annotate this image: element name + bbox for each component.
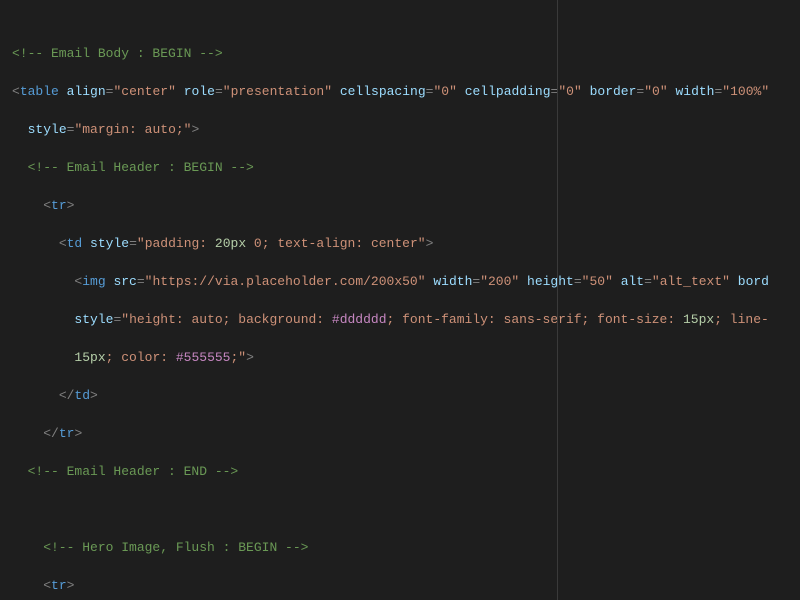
code-line: </td>: [12, 386, 800, 405]
code-line: <!-- Email Header : BEGIN -->: [12, 158, 800, 177]
code-line: <table align="center" role="presentation…: [12, 82, 800, 101]
code-line: <tr>: [12, 576, 800, 595]
comment: <!-- Email Header : BEGIN -->: [12, 160, 254, 175]
comment: <!-- Email Header : END -->: [12, 464, 238, 479]
code-line: <!-- Email Header : END -->: [12, 462, 800, 481]
code-editor[interactable]: <!-- Email Body : BEGIN --> <table align…: [0, 0, 800, 600]
code-line: <!-- Email Body : BEGIN -->: [12, 44, 800, 63]
code-line: <tr>: [12, 196, 800, 215]
code-line: <!-- Hero Image, Flush : BEGIN -->: [12, 538, 800, 557]
comment: <!-- Hero Image, Flush : BEGIN -->: [12, 540, 308, 555]
code-line: <td style="padding: 20px 0; text-align: …: [12, 234, 800, 253]
code-line: </tr>: [12, 424, 800, 443]
code-line: <img src="https://via.placeholder.com/20…: [12, 272, 800, 291]
code-line: style="margin: auto;">: [12, 120, 800, 139]
code-line: style="height: auto; background: #dddddd…: [12, 310, 800, 329]
comment: <!-- Email Body : BEGIN -->: [12, 46, 223, 61]
code-line: 15px; color: #555555;">: [12, 348, 800, 367]
code-line: [12, 500, 800, 519]
